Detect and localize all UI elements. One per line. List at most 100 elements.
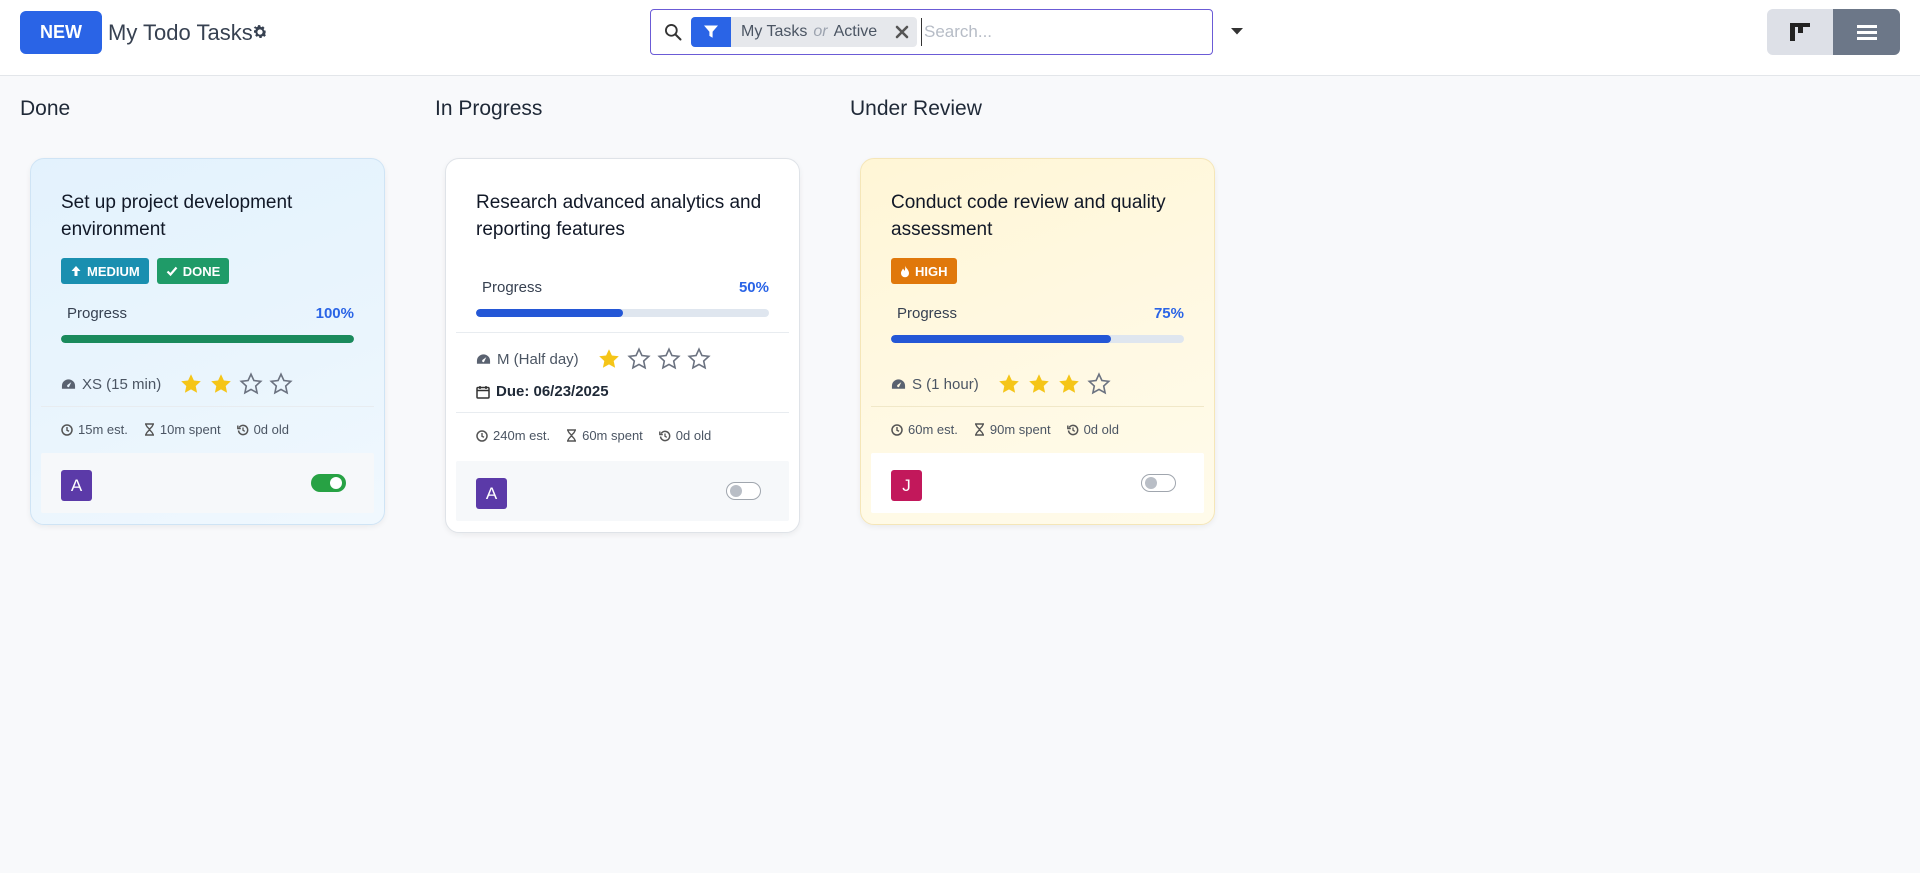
gauge-icon bbox=[891, 379, 906, 389]
search-bar: My Tasks or Active bbox=[650, 9, 1213, 55]
done-toggle[interactable] bbox=[726, 482, 761, 500]
divider bbox=[456, 332, 789, 333]
toggle-knob bbox=[730, 485, 742, 497]
facet-remove-icon[interactable] bbox=[887, 17, 917, 47]
new-button[interactable]: NEW bbox=[20, 11, 102, 54]
hourglass-icon bbox=[144, 423, 154, 436]
progress-label: Progress bbox=[67, 305, 128, 322]
card-footer: J bbox=[871, 453, 1204, 513]
star-filled-icon[interactable] bbox=[997, 372, 1021, 396]
calendar-icon bbox=[476, 385, 490, 399]
control-panel: NEW My Todo Tasks My Tasks or Active bbox=[0, 0, 1920, 76]
spent-stat: 10m spent bbox=[144, 422, 221, 437]
star-filled-icon[interactable] bbox=[179, 372, 203, 396]
task-card[interactable]: Research advanced analytics and reportin… bbox=[445, 158, 800, 533]
estimate-stat: 15m est. bbox=[61, 422, 128, 437]
search-input[interactable] bbox=[921, 18, 1201, 46]
facet-label: My Tasks or Active bbox=[731, 17, 887, 47]
hourglass-icon bbox=[567, 429, 577, 442]
facet-separator: or bbox=[813, 23, 828, 40]
history-icon bbox=[1066, 424, 1078, 435]
age-label: 0d old bbox=[253, 422, 289, 437]
estimate-stat: 240m est. bbox=[476, 428, 550, 443]
age-stat: 0d old bbox=[236, 422, 289, 437]
column-title-in-progress[interactable]: In Progress bbox=[435, 97, 542, 121]
arrow-up-icon bbox=[71, 266, 81, 276]
card-title: Set up project development environment bbox=[61, 192, 293, 240]
history-icon bbox=[658, 430, 671, 441]
kanban-icon bbox=[1790, 23, 1810, 41]
spent-label: 90m spent bbox=[989, 422, 1051, 437]
spent-label: 10m spent bbox=[159, 422, 221, 437]
star-empty-icon[interactable] bbox=[687, 347, 711, 371]
star-filled-icon[interactable] bbox=[1027, 372, 1051, 396]
progress-percent: 100% bbox=[315, 305, 354, 322]
search-facet[interactable]: My Tasks or Active bbox=[691, 17, 918, 47]
kanban-view-button[interactable] bbox=[1767, 9, 1833, 55]
star-filled-icon[interactable] bbox=[1057, 372, 1081, 396]
estimate-stat: 60m est. bbox=[891, 422, 958, 437]
spent-label: 60m spent bbox=[582, 428, 643, 443]
star-empty-icon[interactable] bbox=[239, 372, 263, 396]
star-rating[interactable] bbox=[179, 372, 293, 396]
gear-icon[interactable] bbox=[251, 23, 269, 41]
task-card[interactable]: Conduct code review and quality assessme… bbox=[860, 158, 1215, 525]
done-toggle[interactable] bbox=[1141, 474, 1176, 492]
progress-percent: 50% bbox=[738, 279, 769, 296]
avatar[interactable]: J bbox=[891, 470, 922, 501]
divider bbox=[41, 406, 374, 407]
status-badge: DONE bbox=[156, 258, 230, 284]
progress-bar bbox=[476, 309, 769, 317]
facet-value-active: Active bbox=[833, 23, 878, 40]
list-view-button[interactable] bbox=[1833, 9, 1900, 55]
clock-icon bbox=[61, 423, 73, 436]
star-empty-icon[interactable] bbox=[1087, 372, 1111, 396]
gauge-icon bbox=[61, 379, 76, 389]
done-toggle[interactable] bbox=[311, 474, 346, 492]
star-empty-icon[interactable] bbox=[627, 347, 651, 371]
due-date: Due: 06/23/2025 bbox=[476, 383, 609, 400]
hourglass-icon bbox=[974, 423, 984, 436]
age-stat: 0d old bbox=[658, 428, 712, 443]
page-title: My Todo Tasks bbox=[108, 20, 253, 45]
time-stats: 15m est. 10m spent 0d old bbox=[61, 422, 289, 437]
progress-bar bbox=[61, 335, 354, 343]
estimate-label: 60m est. bbox=[908, 422, 958, 437]
star-empty-icon[interactable] bbox=[269, 372, 293, 396]
due-date-label: Due: 06/23/2025 bbox=[496, 383, 609, 400]
clock-icon bbox=[891, 423, 903, 436]
progress-label: Progress bbox=[482, 279, 543, 296]
task-card[interactable]: Set up project development environment M… bbox=[30, 158, 385, 525]
size-label: XS (15 min) bbox=[82, 375, 162, 393]
column-title-done[interactable]: Done bbox=[20, 97, 70, 121]
toggle-knob bbox=[330, 477, 342, 489]
estimate-label: 15m est. bbox=[78, 422, 128, 437]
badge-list: HIGH bbox=[891, 258, 957, 284]
time-stats: 60m est. 90m spent 0d old bbox=[891, 422, 1119, 437]
progress-bar bbox=[891, 335, 1184, 343]
progress-percent: 75% bbox=[1153, 305, 1184, 322]
age-label: 0d old bbox=[675, 428, 712, 443]
star-filled-icon[interactable] bbox=[597, 347, 621, 371]
estimate-label: 240m est. bbox=[493, 428, 551, 443]
fire-icon bbox=[901, 265, 909, 277]
progress-fill bbox=[891, 335, 1111, 343]
size-label: S (1 hour) bbox=[912, 375, 979, 393]
star-filled-icon[interactable] bbox=[209, 372, 233, 396]
star-rating[interactable] bbox=[997, 372, 1111, 396]
status-label: DONE bbox=[182, 263, 221, 279]
search-options-chevron-down-icon[interactable] bbox=[1230, 26, 1244, 36]
column-title-under-review[interactable]: Under Review bbox=[850, 97, 982, 121]
star-rating[interactable] bbox=[597, 347, 711, 371]
gauge-icon bbox=[476, 354, 491, 364]
filter-icon bbox=[691, 17, 731, 47]
size-row: M (Half day) bbox=[476, 347, 711, 371]
card-footer: A bbox=[456, 461, 789, 521]
progress-fill bbox=[61, 335, 354, 343]
search-icon bbox=[665, 24, 682, 41]
star-empty-icon[interactable] bbox=[657, 347, 681, 371]
progress-label: Progress bbox=[897, 305, 958, 322]
avatar[interactable]: A bbox=[61, 470, 92, 501]
avatar[interactable]: A bbox=[476, 478, 507, 509]
toggle-knob bbox=[1145, 477, 1157, 489]
